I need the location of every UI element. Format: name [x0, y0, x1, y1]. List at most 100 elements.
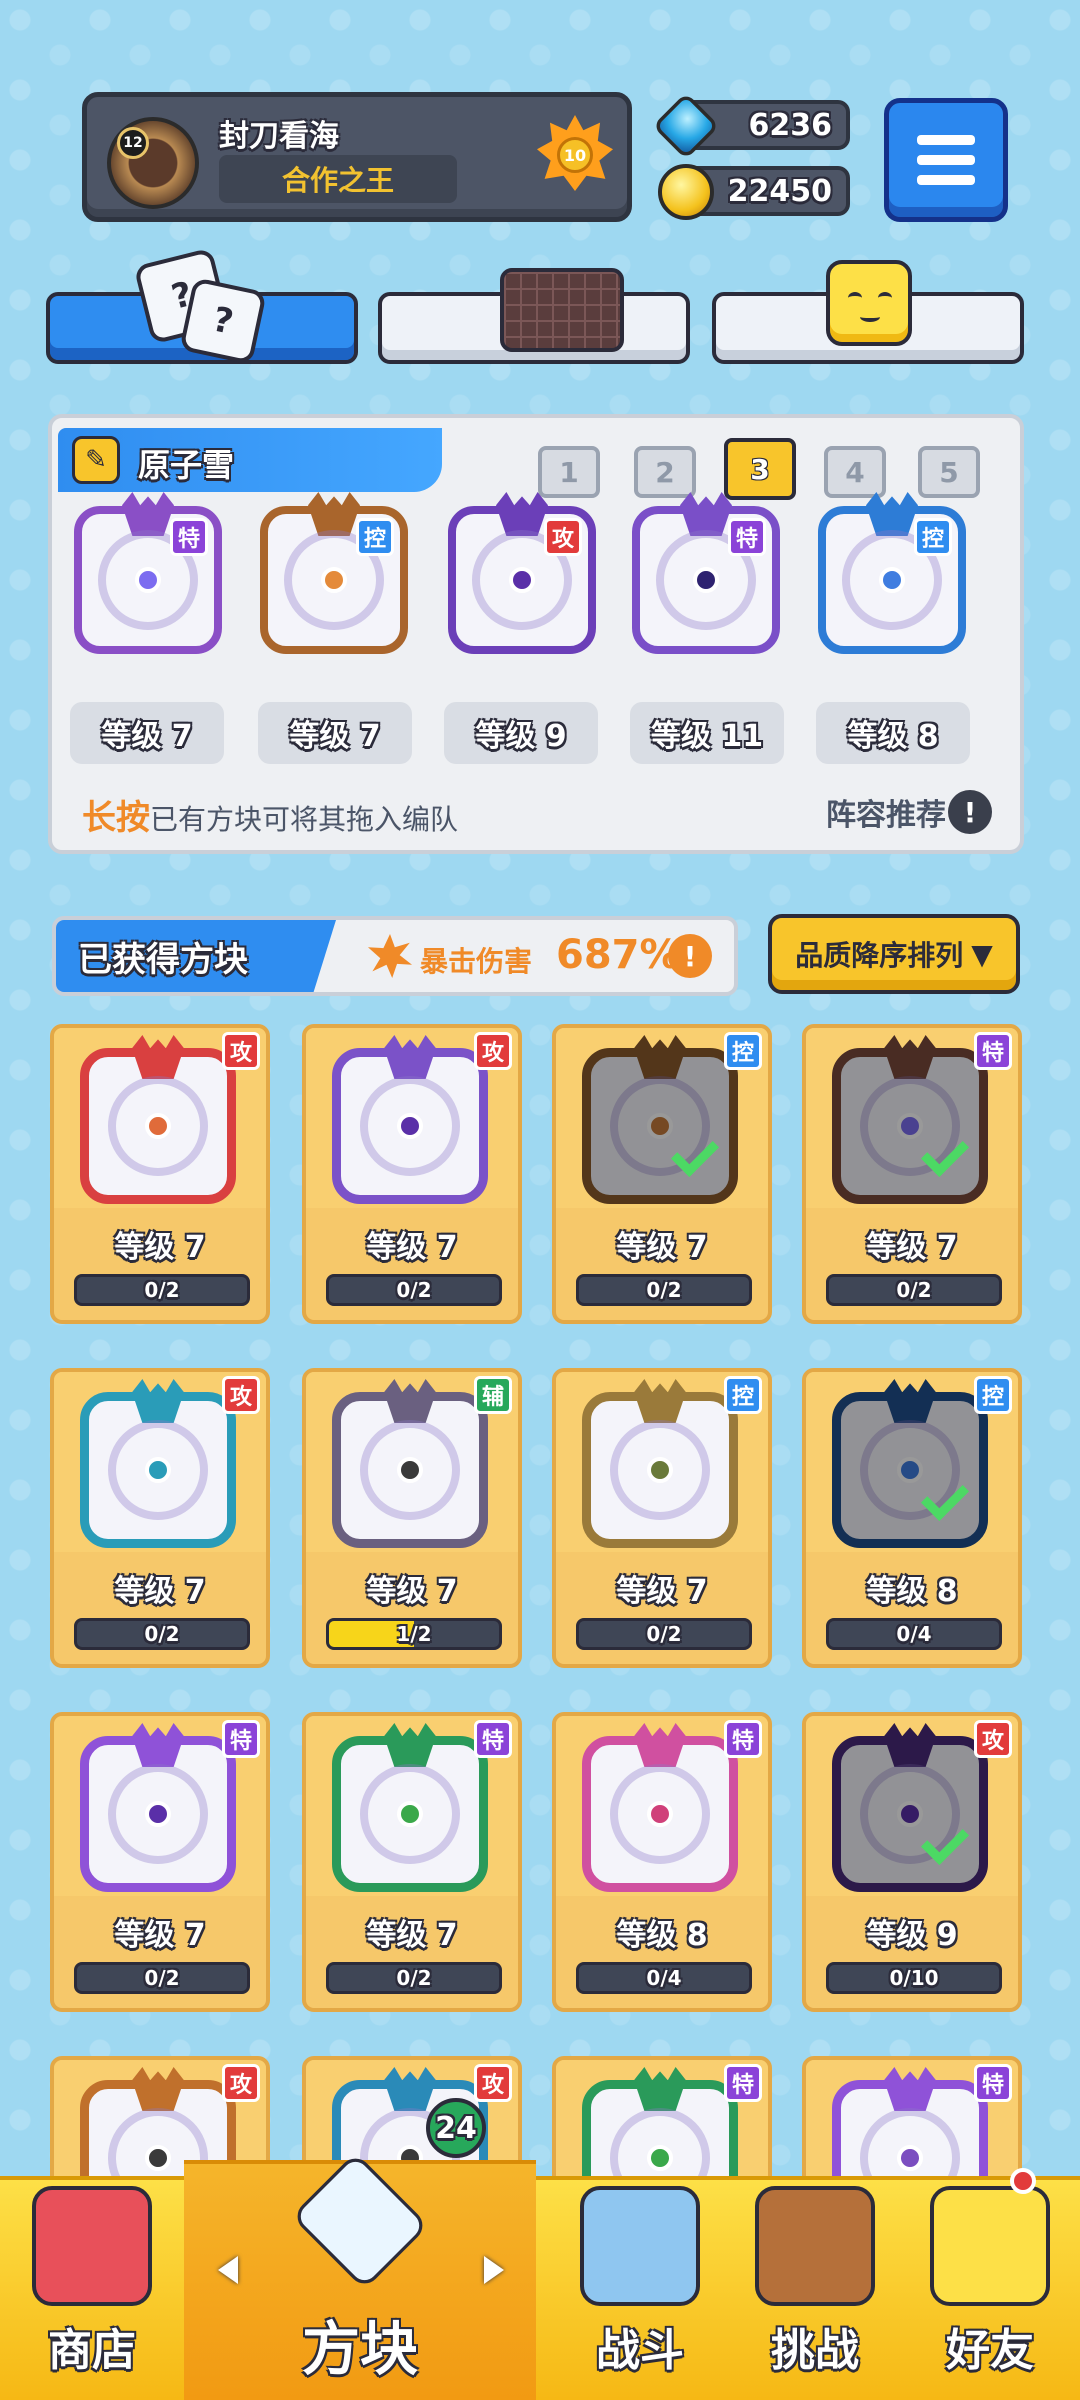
- block-art: [582, 1723, 738, 1892]
- block-card[interactable]: 特等级 7 0/2: [50, 1712, 270, 2012]
- core-dot: [647, 1457, 673, 1483]
- sort-dropdown[interactable]: 品质降序排列 ▼: [768, 914, 1020, 994]
- lineup-recommend-button[interactable]: 阵容推荐: [826, 790, 946, 834]
- menu-button[interactable]: [884, 98, 1008, 222]
- core-dot: [145, 1113, 171, 1139]
- block-card[interactable]: 特等级 7 0/2: [302, 1712, 522, 2012]
- player-name: 封刀看海: [219, 119, 339, 154]
- block-level: 等级 7: [114, 1574, 206, 1609]
- core-dot: [397, 1801, 423, 1827]
- deck-card[interactable]: 特: [74, 492, 222, 654]
- core-dot: [135, 567, 161, 593]
- block-art: [582, 1379, 738, 1548]
- deck-slot-1[interactable]: 1: [538, 446, 600, 498]
- deck-card[interactable]: 控: [818, 492, 966, 654]
- block-art: 控: [260, 492, 408, 654]
- deck-card-level: 等级 11: [630, 702, 784, 764]
- progress-text: 0/2: [144, 1622, 180, 1646]
- block-level: 等级 7: [366, 1574, 458, 1609]
- deck-slot-4[interactable]: 4: [824, 446, 886, 498]
- deck-slot-3[interactable]: 3: [724, 438, 796, 500]
- block-level: 等级 7: [114, 1918, 206, 1953]
- deck-card[interactable]: 攻: [448, 492, 596, 654]
- dragon-head-icon: [132, 2067, 184, 2111]
- nav-shop[interactable]: 商店: [0, 2176, 184, 2400]
- critical-burst-icon: [368, 934, 412, 978]
- progress-text: 0/2: [144, 1966, 180, 1990]
- nav-blocks-label: 方块: [301, 2315, 418, 2383]
- upgrade-progress-bar: 0/2: [74, 1962, 250, 1994]
- nav-friends[interactable]: 好友: [900, 2176, 1080, 2400]
- deck-slot-2[interactable]: 2: [634, 446, 696, 498]
- coin-amount: 22450: [727, 173, 832, 209]
- nav-battle[interactable]: 战斗: [560, 2176, 720, 2400]
- type-tag: 特: [974, 2064, 1012, 2102]
- dragon-head-icon: [884, 1723, 936, 1767]
- deck-card[interactable]: 特: [632, 492, 780, 654]
- block-level: 等级 9: [866, 1918, 958, 1953]
- deck-card-level: 等级 8: [816, 702, 970, 764]
- dragon-head-icon: [634, 1035, 686, 1079]
- gem-counter[interactable]: 6236: [652, 92, 850, 160]
- block-art: [832, 1723, 988, 1892]
- deck-card-level: 等级 7: [70, 702, 224, 764]
- block-card[interactable]: 辅等级 7 1/2: [302, 1368, 522, 1668]
- type-tag: 攻: [544, 518, 582, 556]
- block-art: 特: [74, 492, 222, 654]
- upgrade-progress-bar: 0/4: [576, 1962, 752, 1994]
- previous-arrow-icon[interactable]: [218, 2256, 238, 2284]
- block-card[interactable]: 特等级 7 0/2: [802, 1024, 1022, 1324]
- nav-challenge[interactable]: 挑战: [730, 2176, 900, 2400]
- progress-text: 0/2: [646, 1278, 682, 1302]
- friend-character-icon: [930, 2186, 1050, 2306]
- deck-slot-5[interactable]: 5: [918, 446, 980, 498]
- board-grid-icon: [500, 268, 624, 352]
- crit-info-icon[interactable]: !: [668, 934, 712, 978]
- tab-dice[interactable]: ? ?: [46, 247, 358, 365]
- deck-card-level: 等级 9: [444, 702, 598, 764]
- block-card[interactable]: 攻等级 7 0/2: [50, 1368, 270, 1668]
- next-arrow-icon[interactable]: [484, 2256, 504, 2284]
- block-card[interactable]: 攻等级 7 0/2: [302, 1024, 522, 1324]
- drag-hint: 长按已有方块可将其拖入编队: [82, 790, 458, 839]
- pencil-edit-icon[interactable]: ✎: [72, 436, 120, 484]
- hint-text: 已有方块可将其拖入编队: [150, 803, 459, 836]
- upgrade-progress-bar: 0/2: [826, 1274, 1002, 1306]
- block-level: 等级 7: [366, 1230, 458, 1265]
- block-card[interactable]: 攻等级 7 0/2: [50, 1024, 270, 1324]
- block-level: 等级 7: [114, 1230, 206, 1265]
- dragon-head-icon: [884, 1379, 936, 1423]
- block-art: 控: [818, 492, 966, 654]
- type-tag: 特: [724, 2064, 762, 2102]
- block-level: 等级 8: [616, 1918, 708, 1953]
- info-icon[interactable]: !: [948, 790, 992, 834]
- deck-panel: ✎ 原子雪 1 2 3 4 5 特等级 7 控等级 7 攻等级 9 特等级 11 控等级…: [48, 414, 1024, 854]
- core-dot: [897, 1113, 923, 1139]
- type-tag: 控: [914, 518, 952, 556]
- block-card[interactable]: 控等级 8 0/4: [802, 1368, 1022, 1668]
- type-tag: 控: [724, 1032, 762, 1070]
- dragon-head-icon: [132, 1723, 184, 1767]
- type-tag: 特: [474, 1720, 512, 1758]
- block-card[interactable]: 特等级 8 0/4: [552, 1712, 772, 2012]
- upgrade-progress-bar: 0/2: [74, 1274, 250, 1306]
- owned-blocks-bar: 已获得方块 暴击伤害 687% !: [52, 916, 738, 996]
- deck-card[interactable]: 控: [260, 492, 408, 654]
- core-dot: [693, 567, 719, 593]
- block-card[interactable]: 控等级 7 0/2: [552, 1024, 772, 1324]
- tab-board[interactable]: [378, 268, 690, 364]
- type-tag: 攻: [222, 1376, 260, 1414]
- core-dot: [647, 1113, 673, 1139]
- tab-emote[interactable]: [712, 260, 1024, 364]
- smiley-face-icon: [826, 260, 912, 346]
- block-level: 等级 7: [616, 1230, 708, 1265]
- upgrade-progress-bar: 0/2: [576, 1274, 752, 1306]
- player-profile-panel[interactable]: 12 封刀看海 合作之王 10: [82, 92, 632, 222]
- core-dot: [397, 1457, 423, 1483]
- coin-counter[interactable]: 22450: [658, 164, 850, 220]
- block-card[interactable]: 控等级 7 0/2: [552, 1368, 772, 1668]
- block-card[interactable]: 攻等级 9 0/10: [802, 1712, 1022, 2012]
- crit-damage-label: 暴击伤害: [420, 945, 533, 978]
- player-title: 合作之王: [219, 155, 457, 203]
- progress-text: 0/2: [144, 1278, 180, 1302]
